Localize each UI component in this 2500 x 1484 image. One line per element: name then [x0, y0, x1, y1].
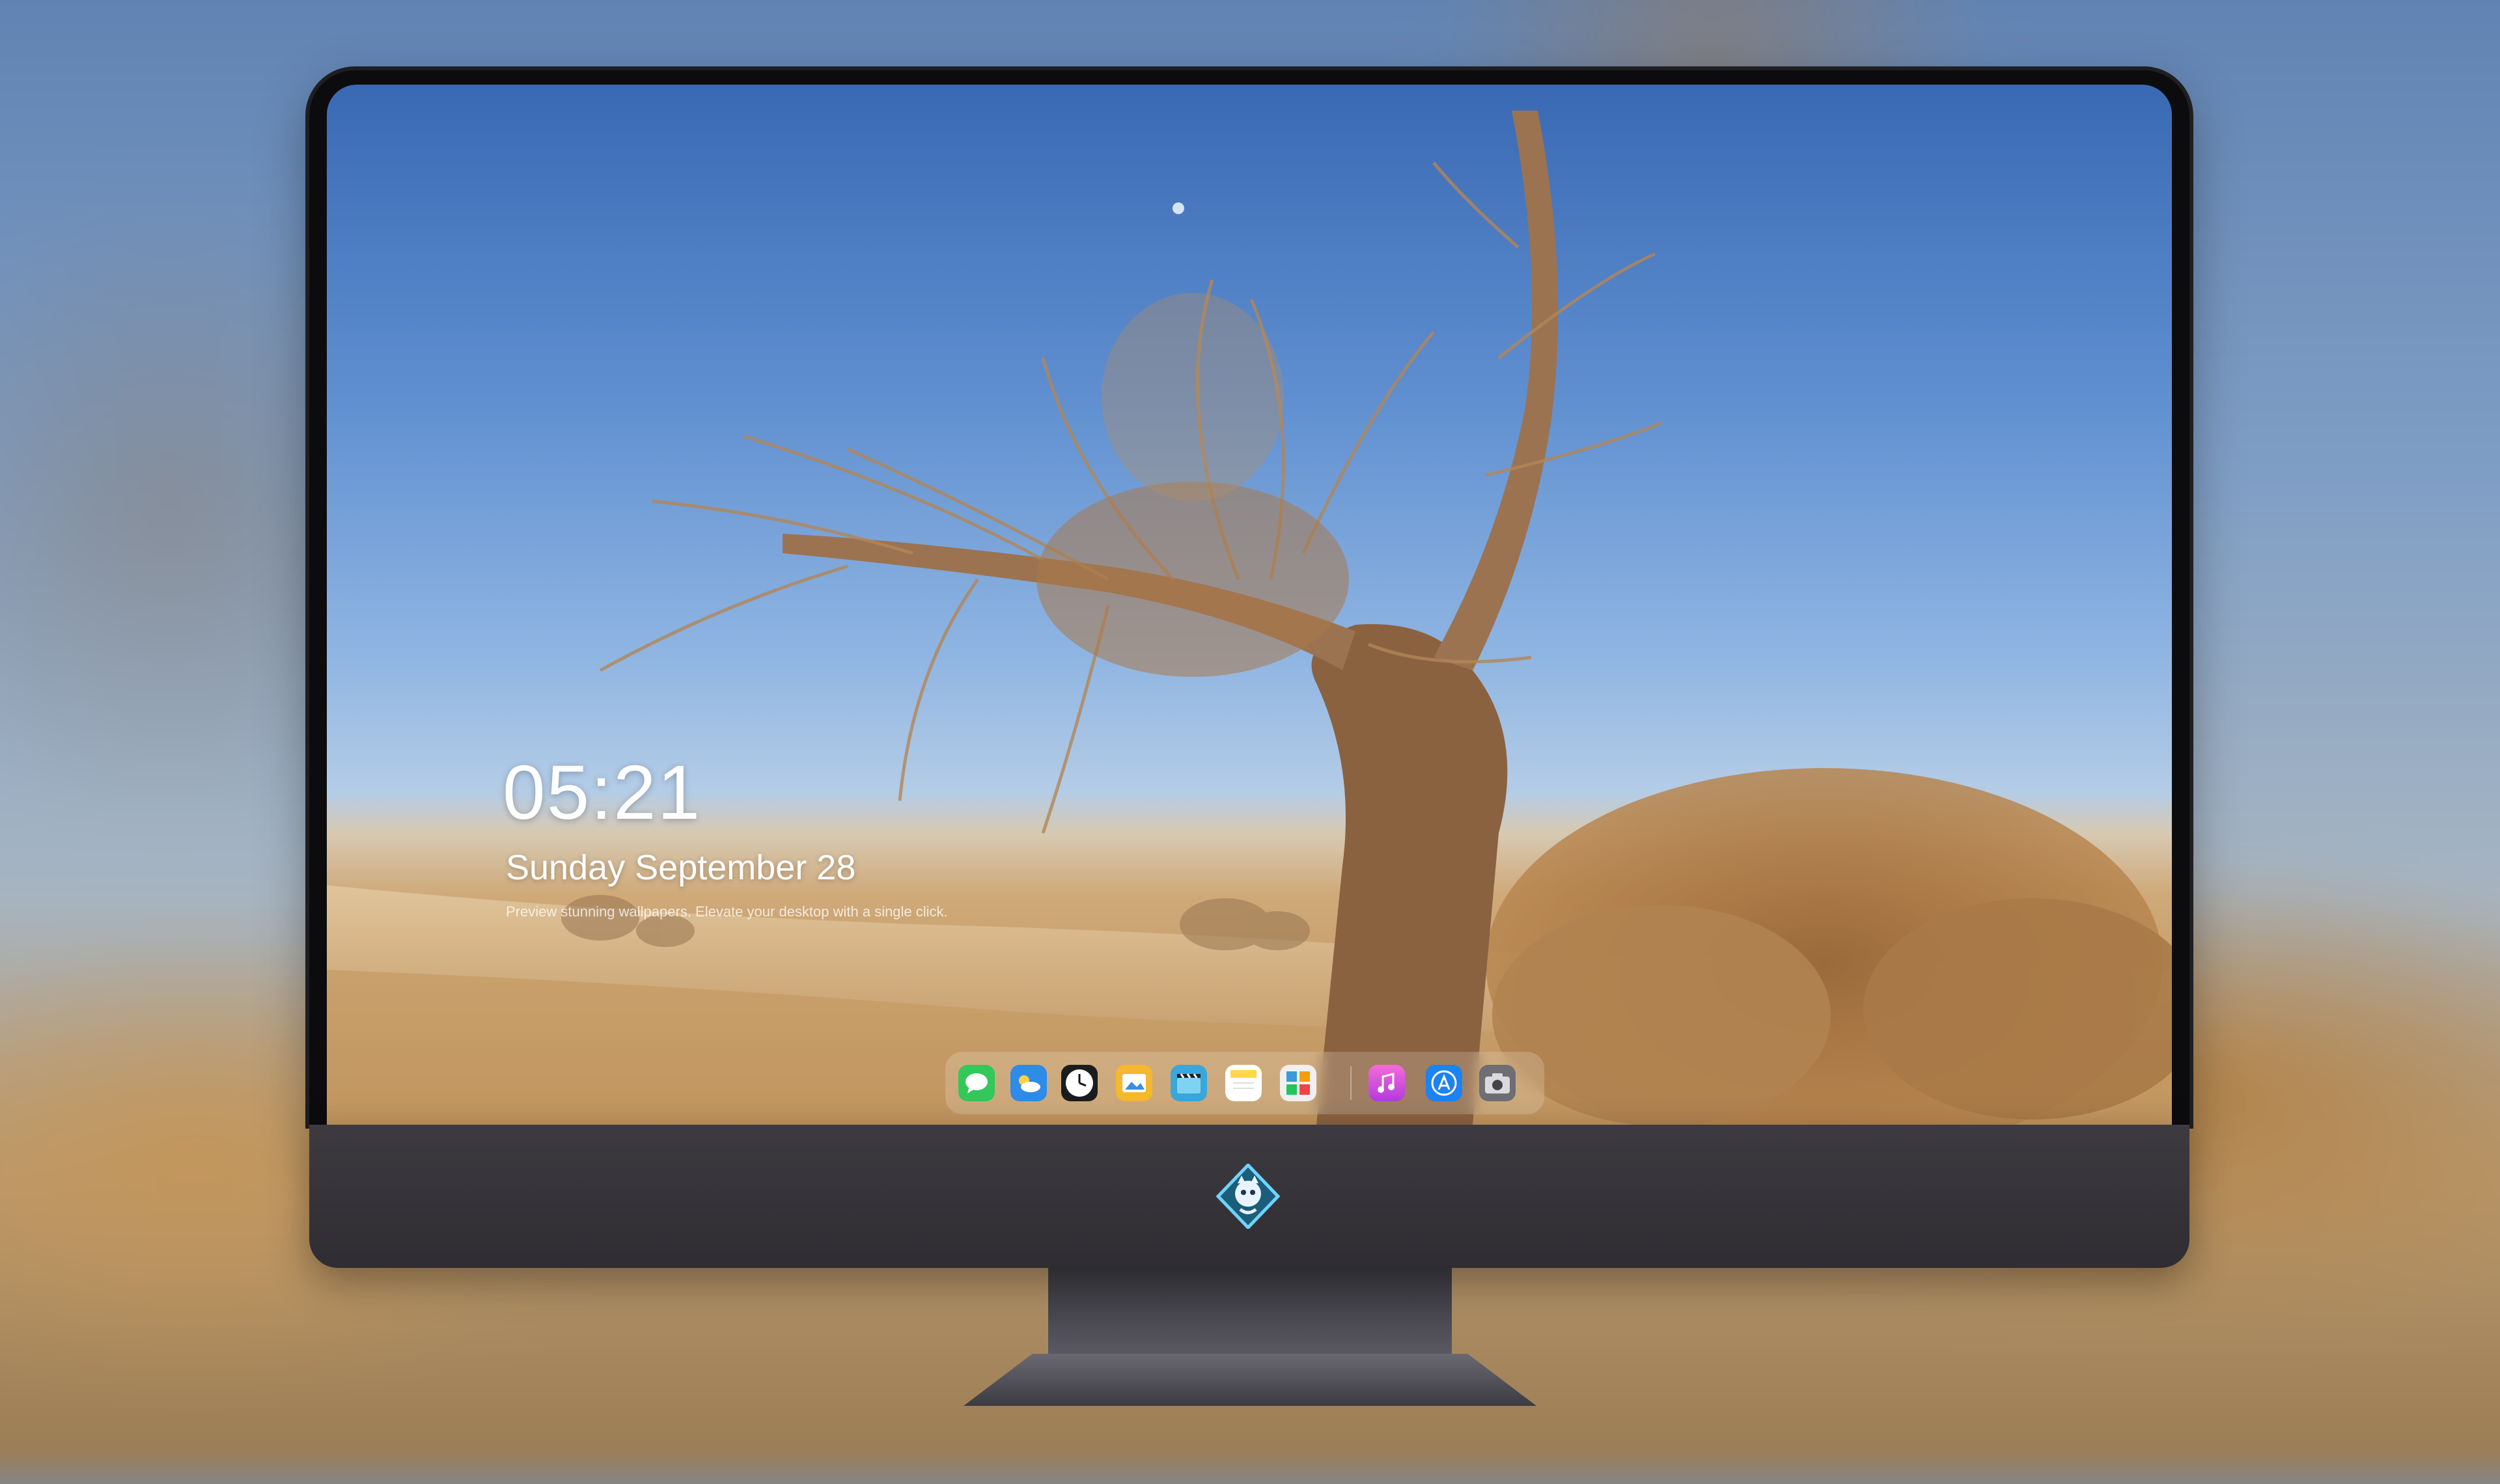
- camera-icon[interactable]: [1479, 1065, 1516, 1101]
- messages-icon[interactable]: [958, 1065, 995, 1101]
- video-icon[interactable]: [1171, 1065, 1207, 1101]
- dock: [945, 1052, 1544, 1114]
- notes-icon[interactable]: [1225, 1065, 1262, 1101]
- desktop-screen: 05:21 Sunday September 28 Preview stunni…: [327, 85, 2172, 1125]
- photos-icon[interactable]: [1280, 1065, 1316, 1101]
- app-store-icon[interactable]: [1426, 1065, 1462, 1101]
- brand-logo: [1215, 1164, 1281, 1229]
- weather-icon[interactable]: [1010, 1065, 1047, 1101]
- music-icon[interactable]: [1368, 1065, 1405, 1101]
- lock-clock: 05:21: [503, 750, 702, 836]
- clock-icon[interactable]: [1061, 1065, 1098, 1101]
- preview-icon[interactable]: [1116, 1065, 1152, 1101]
- dock-separator: [1350, 1066, 1352, 1100]
- wallpaper: [327, 111, 2172, 1125]
- lock-caption: Preview stunning wallpapers. Elevate you…: [506, 903, 948, 920]
- monitor-stand: [1048, 1267, 1452, 1358]
- lock-date: Sunday September 28: [506, 848, 856, 887]
- monitor-base: [964, 1354, 1536, 1406]
- monitor-chin: [309, 1125, 2189, 1268]
- monitor-frame: 05:21 Sunday September 28 Preview stunni…: [309, 70, 2189, 1125]
